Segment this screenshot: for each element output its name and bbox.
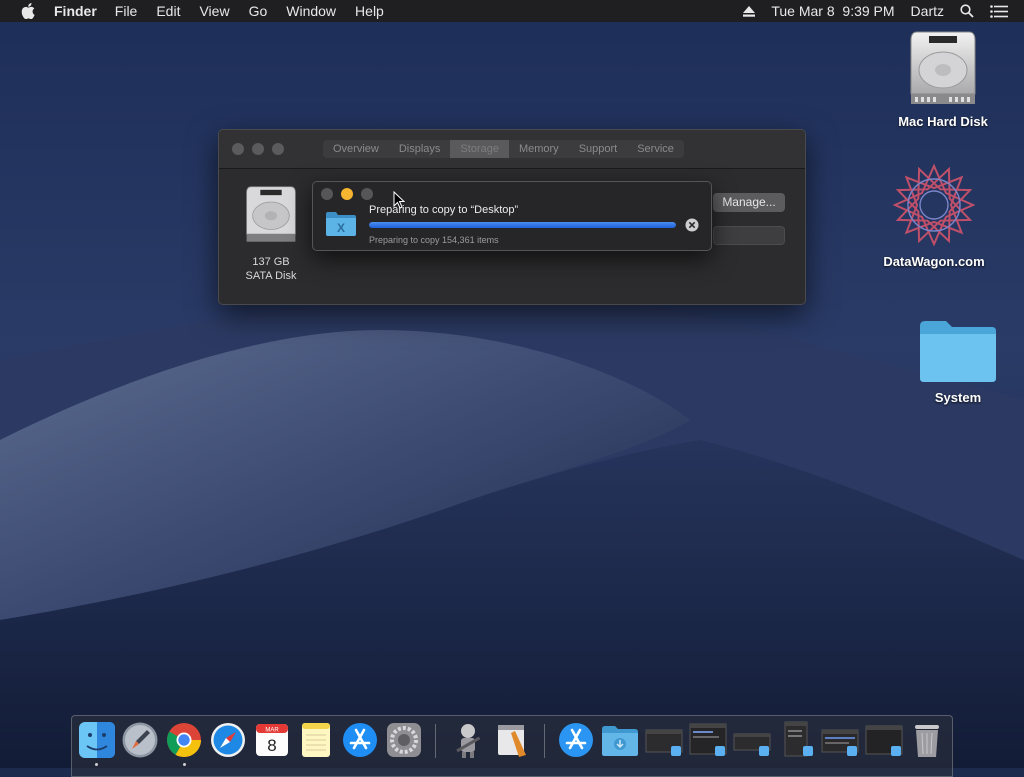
window-titlebar[interactable]: Overview Displays Storage Memory Support… — [219, 130, 805, 169]
disk-type: SATA Disk — [245, 270, 297, 282]
trash-icon[interactable] — [908, 721, 946, 759]
chrome-icon[interactable] — [165, 721, 203, 759]
menu-go[interactable]: Go — [249, 3, 268, 19]
copy-status-subtitle: Preparing to copy 154,361 items — [369, 235, 499, 245]
desktop-icon-mac-hard-disk[interactable]: Mac Hard Disk — [888, 30, 998, 129]
calendar-icon[interactable]: MAR 8 — [253, 721, 291, 759]
tab-overview[interactable]: Overview — [323, 140, 389, 158]
disk-size: 137 GB — [252, 256, 290, 268]
datawagon-logo-icon — [892, 163, 976, 247]
running-indicator — [183, 763, 186, 766]
minimize-button[interactable] — [341, 188, 353, 200]
copy-progress-fill — [369, 222, 676, 228]
launchpad-icon[interactable] — [121, 721, 159, 759]
app-store-folder-icon[interactable] — [557, 721, 595, 759]
minimize-button[interactable] — [252, 143, 264, 155]
tab-memory[interactable]: Memory — [509, 140, 569, 158]
zoom-button[interactable] — [272, 143, 284, 155]
desktop-icon-system[interactable]: System — [903, 318, 1013, 405]
automator-icon[interactable] — [449, 721, 487, 759]
script-editor-icon[interactable] — [493, 721, 531, 759]
storage-disk: 137 GB SATA Disk — [239, 185, 303, 283]
menu-bar: Finder File Edit View Go Window Help Tue… — [0, 0, 1024, 22]
menu-app-finder[interactable]: Finder — [54, 3, 97, 19]
notes-icon[interactable] — [297, 721, 335, 759]
menu-user[interactable]: Dartz — [911, 3, 944, 19]
window-thumbnail-icon[interactable] — [689, 721, 727, 759]
calendar-month: MAR — [265, 728, 279, 734]
dock-separator — [544, 724, 545, 758]
menu-file[interactable]: File — [115, 3, 138, 19]
tab-storage[interactable]: Storage — [450, 140, 509, 158]
close-button[interactable] — [232, 143, 244, 155]
copy-status-title: Preparing to copy to “Desktop” — [369, 204, 519, 216]
folder-icon — [920, 321, 996, 382]
tab-displays[interactable]: Displays — [389, 140, 451, 158]
downloads-folder-icon[interactable] — [601, 721, 639, 759]
menu-edit[interactable]: Edit — [156, 3, 180, 19]
menu-window[interactable]: Window — [286, 3, 336, 19]
manage-button[interactable]: Manage... — [713, 193, 785, 212]
menu-help[interactable]: Help — [355, 3, 384, 19]
desktop-icon-label: System — [934, 390, 982, 405]
eject-icon[interactable] — [743, 5, 756, 17]
hard-disk-icon — [246, 186, 296, 242]
desktop-icon-label: Mac Hard Disk — [898, 114, 988, 129]
window-thumbnail-icon[interactable] — [645, 721, 683, 759]
finder-icon[interactable] — [78, 721, 116, 759]
calendar-day: 8 — [267, 736, 276, 755]
desktop-wallpaper — [0, 0, 1024, 768]
safari-icon[interactable] — [209, 721, 247, 759]
tab-bar: Overview Displays Storage Memory Support… — [323, 140, 684, 158]
tab-support[interactable]: Support — [569, 140, 628, 158]
mouse-cursor-icon — [393, 191, 405, 209]
window-thumbnail-icon[interactable] — [865, 721, 903, 759]
menu-view[interactable]: View — [199, 3, 229, 19]
window-thumbnail-icon[interactable] — [777, 721, 815, 759]
cancel-copy-icon[interactable] — [685, 218, 699, 232]
hard-disk-icon — [910, 31, 976, 104]
storage-secondary-button[interactable] — [713, 226, 785, 245]
svg-text:X: X — [337, 221, 345, 235]
desktop-icon-label: DataWagon.com — [883, 254, 985, 269]
dock-separator — [435, 724, 436, 758]
copy-progress-dialog: X Preparing to copy to “Desktop” Prepari… — [312, 181, 712, 251]
zoom-button[interactable] — [361, 188, 373, 200]
apple-icon[interactable] — [21, 3, 35, 19]
system-preferences-icon[interactable] — [385, 721, 423, 759]
running-indicator — [95, 763, 98, 766]
folder-icon: X — [326, 212, 356, 236]
desktop-icon-datawagon[interactable]: DataWagon.com — [879, 162, 989, 269]
spotlight-search-icon[interactable] — [960, 4, 974, 18]
window-thumbnail-icon[interactable] — [733, 721, 771, 759]
copy-progress-bar — [369, 222, 676, 228]
window-thumbnail-icon[interactable] — [821, 721, 859, 759]
app-store-icon[interactable] — [341, 721, 379, 759]
tab-service[interactable]: Service — [627, 140, 684, 158]
close-button[interactable] — [321, 188, 333, 200]
notification-center-icon[interactable] — [990, 4, 1008, 18]
menu-clock[interactable]: Tue Mar 8 9:39 PM — [771, 3, 894, 19]
